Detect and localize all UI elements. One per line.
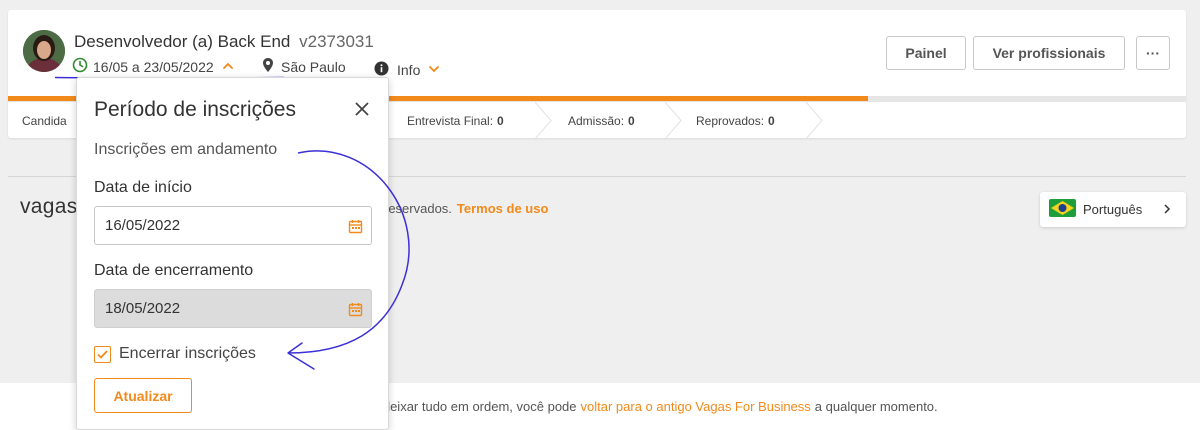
job-title: Desenvolvedor (a) Back End v2373031	[74, 32, 374, 52]
calendar-icon	[348, 302, 363, 322]
chevron-down-icon	[428, 62, 440, 78]
terms-link[interactable]: Termos de uso	[457, 201, 549, 216]
view-professionals-button[interactable]: Ver profissionais	[973, 36, 1125, 70]
end-date-label: Data de encerramento	[94, 262, 254, 279]
stage-label: Candida	[22, 113, 67, 128]
stage-admission[interactable]: Admissão: 0	[568, 102, 635, 139]
period-text: 16/05 a 23/05/2022	[93, 58, 214, 75]
checkmark-icon	[97, 349, 108, 359]
clock-icon	[72, 57, 88, 76]
stage-separator	[664, 102, 682, 139]
map-pin-icon	[262, 57, 274, 76]
legacy-notice: a deixar tudo em ordem, você pode voltar …	[372, 399, 938, 414]
stage-candidates[interactable]: Candida	[22, 102, 67, 139]
brazil-flag-icon	[1049, 199, 1076, 220]
stage-final-interview[interactable]: Entrevista Final: 0	[407, 102, 504, 139]
notice-text: a deixar tudo em ordem, você pode	[372, 399, 577, 414]
end-date-value: 18/05/2022	[105, 300, 181, 317]
language-label: Português	[1083, 202, 1143, 217]
notice-text-end: a qualquer momento.	[814, 399, 938, 414]
stage-separator	[805, 102, 823, 139]
stage-label: Admissão:	[568, 113, 625, 128]
start-date-value: 16/05/2022	[105, 217, 181, 234]
vagas-logo: vagas	[20, 195, 78, 218]
close-icon[interactable]	[353, 100, 371, 118]
location: São Paulo	[262, 57, 346, 76]
end-date-field: 18/05/2022	[94, 289, 372, 328]
legacy-link[interactable]: voltar para o antigo Vagas For Business	[581, 399, 811, 414]
stage-count: 0	[768, 113, 775, 128]
stage-label: Entrevista Final:	[407, 113, 494, 128]
more-options-button[interactable]: ···	[1136, 36, 1170, 70]
avatar	[23, 30, 65, 72]
checkbox-label: Encerrar inscrições	[119, 345, 256, 362]
start-date-field[interactable]: 16/05/2022	[94, 206, 372, 245]
chevron-right-icon	[1162, 202, 1172, 219]
stage-count: 0	[497, 113, 504, 128]
start-date-label: Data de início	[94, 179, 192, 196]
registration-status: Inscrições em andamento	[94, 141, 278, 158]
footer-copyright: reservados. Termos de uso	[384, 201, 548, 216]
job-title-text: Desenvolvedor (a) Back End	[74, 32, 291, 51]
popover-title: Período de inscrições	[94, 98, 296, 121]
close-registrations-checkbox-row[interactable]: Encerrar inscrições	[94, 344, 256, 364]
close-registrations-checkbox[interactable]	[94, 345, 111, 363]
stage-count: 0	[628, 113, 635, 128]
stage-label: Reprovados:	[696, 113, 765, 128]
panel-button[interactable]: Painel	[886, 36, 966, 70]
registration-period-popover: Período de inscrições Inscrições em anda…	[76, 77, 389, 430]
update-button[interactable]: Atualizar	[94, 378, 192, 413]
language-selector[interactable]: Português	[1040, 192, 1186, 227]
stage-separator	[534, 102, 552, 139]
job-code: v2373031	[299, 32, 374, 51]
calendar-icon[interactable]	[348, 219, 363, 239]
info-label: Info	[397, 62, 421, 78]
period-toggle[interactable]: 16/05 a 23/05/2022	[72, 57, 234, 76]
chevron-up-icon	[222, 59, 234, 75]
rights-text: reservados.	[384, 201, 452, 216]
location-text: São Paulo	[281, 58, 346, 75]
stage-rejected[interactable]: Reprovados: 0	[696, 102, 775, 139]
